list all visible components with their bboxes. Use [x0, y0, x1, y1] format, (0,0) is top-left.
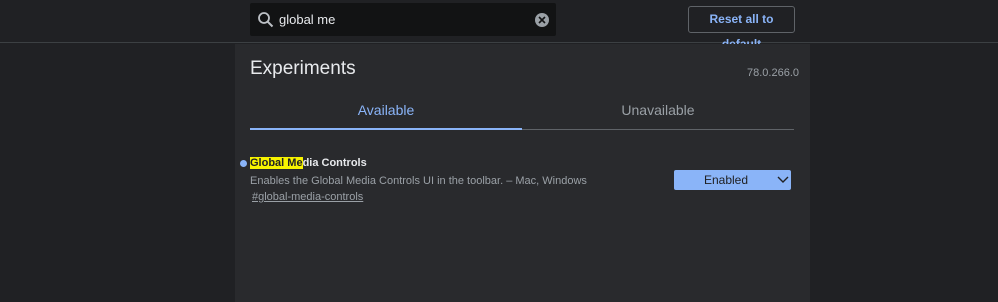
experiment-name: Global Media Controls	[250, 157, 367, 169]
modified-indicator	[240, 160, 247, 167]
tab-divider	[522, 129, 794, 130]
experiment-name-rest: dia Controls	[302, 157, 367, 169]
reset-all-button[interactable]: Reset all to default	[688, 6, 795, 51]
chevron-down-icon	[777, 176, 789, 183]
tab-selected-indicator	[250, 128, 522, 130]
select-value: Enabled	[703, 173, 749, 187]
search-box[interactable]	[250, 3, 556, 36]
search-highlight: Global Me	[250, 157, 303, 169]
version-label: 78.0.266.0	[747, 67, 799, 79]
left-margin	[0, 44, 235, 302]
page-title: Experiments	[250, 58, 356, 79]
clear-icon[interactable]	[535, 13, 549, 27]
tab-unavailable[interactable]: Unavailable	[522, 102, 794, 129]
top-bar: Reset all to default	[0, 0, 998, 51]
experiment-state-select[interactable]: Enabled	[674, 170, 791, 190]
search-icon	[258, 12, 274, 28]
tab-available[interactable]: Available	[250, 102, 522, 129]
right-margin	[810, 44, 998, 302]
experiment-description: Enables the Global Media Controls UI in …	[250, 175, 587, 187]
search-input[interactable]	[279, 9, 519, 30]
experiment-link[interactable]: #global-media-controls	[252, 191, 363, 203]
experiments-panel: Experiments 78.0.266.0 Available Unavail…	[235, 44, 810, 302]
